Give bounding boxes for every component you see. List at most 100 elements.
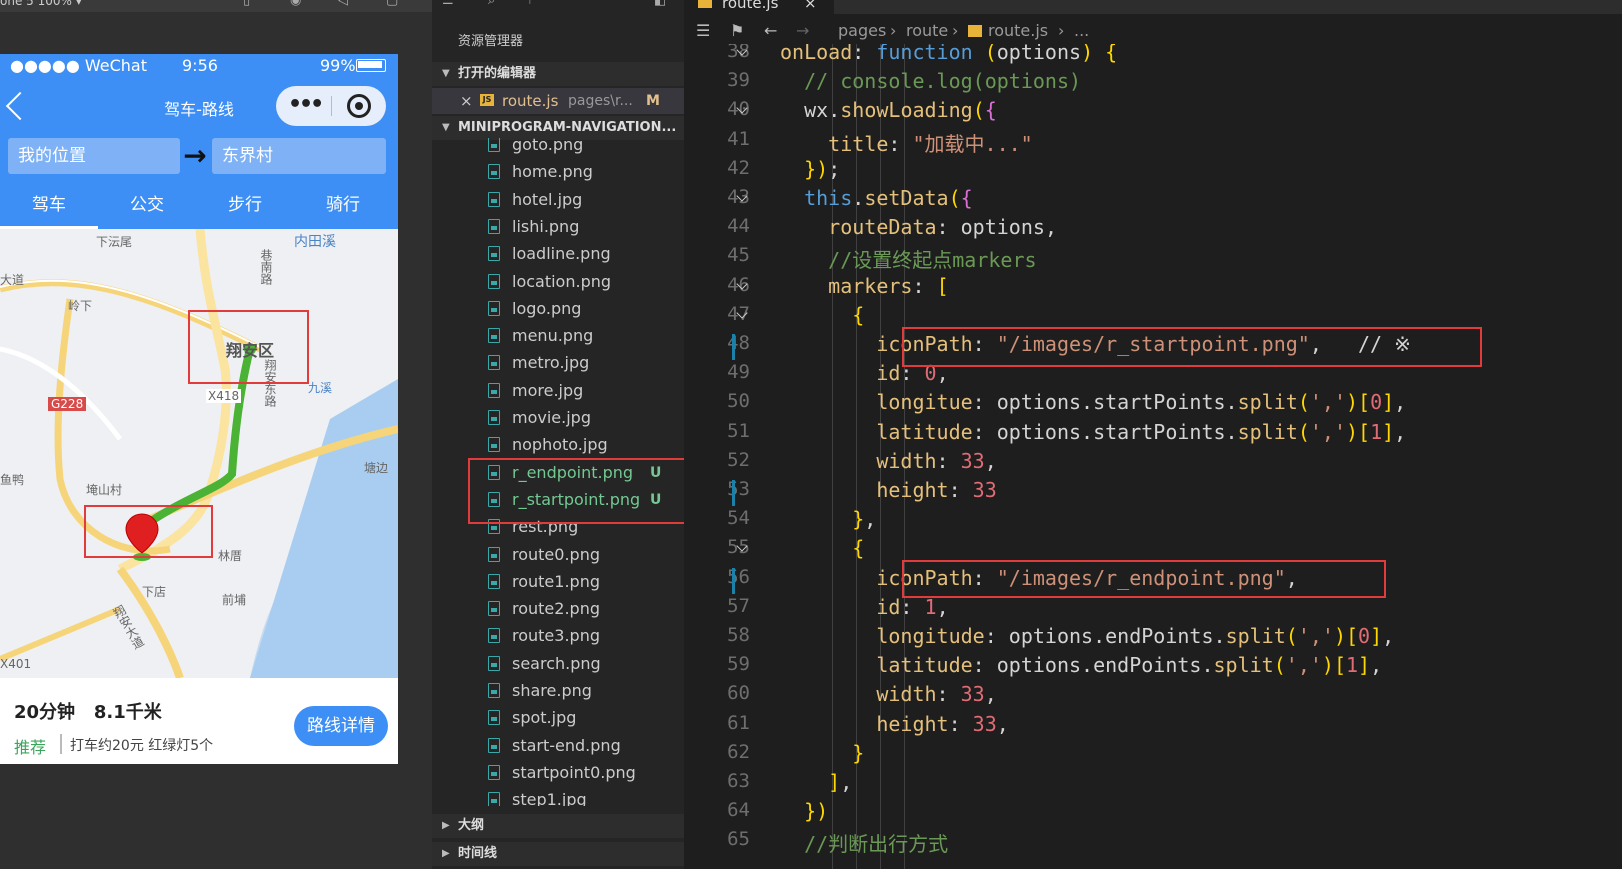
map-label: 塘边 bbox=[364, 461, 389, 475]
map-label: 九溪 bbox=[308, 381, 333, 395]
breadcrumb-item[interactable]: route.js bbox=[988, 18, 1048, 44]
modified-line-marker bbox=[732, 480, 735, 506]
fold-chevron-icon[interactable] bbox=[736, 192, 748, 204]
image-file-icon bbox=[488, 273, 500, 289]
line-number: 61 bbox=[727, 711, 750, 734]
close-icon[interactable]: × bbox=[804, 0, 817, 12]
file-item[interactable]: start-end.png bbox=[432, 733, 684, 759]
wechat-capsule[interactable]: ••• bbox=[276, 86, 386, 126]
code-line: this.setData({ bbox=[804, 186, 973, 210]
map-label: 下店 bbox=[142, 585, 167, 599]
line-number: 42 bbox=[727, 156, 750, 179]
forward-arrow-icon[interactable]: → bbox=[796, 18, 809, 44]
list-icon[interactable]: ☰ bbox=[696, 18, 710, 44]
file-item[interactable]: metro.jpg bbox=[432, 350, 684, 376]
breadcrumb-item[interactable]: pages bbox=[838, 18, 886, 44]
code-line: }) bbox=[804, 799, 829, 824]
back-arrow-icon[interactable]: ← bbox=[764, 18, 777, 44]
close-miniprogram-icon[interactable] bbox=[347, 94, 371, 118]
fold-chevron-icon[interactable] bbox=[736, 542, 748, 554]
outline-section[interactable]: ▶ 大纲 bbox=[432, 814, 684, 838]
project-section[interactable]: ▼ MINIPROGRAM-NAVIGATION... bbox=[432, 116, 684, 140]
source-control-icon[interactable]: ⑂ bbox=[526, 0, 534, 8]
file-item[interactable]: loadline.png bbox=[432, 241, 684, 267]
file-name: share.png bbox=[512, 681, 592, 700]
tab-bus[interactable]: 公交 bbox=[98, 190, 196, 224]
close-icon[interactable]: × bbox=[460, 88, 473, 114]
map-label: 大道 bbox=[0, 273, 25, 287]
file-item[interactable]: search.png bbox=[432, 651, 684, 677]
destination-field[interactable]: 东界村 bbox=[212, 138, 386, 174]
origin-field[interactable]: 我的位置 bbox=[8, 138, 180, 174]
map-roads bbox=[0, 229, 398, 678]
bookmark-icon[interactable]: ⚑ bbox=[730, 18, 744, 44]
sound-icon[interactable]: ◁ bbox=[338, 0, 348, 8]
file-item[interactable]: more.jpg bbox=[432, 378, 684, 404]
file-item[interactable]: home.png bbox=[432, 159, 684, 185]
file-item[interactable]: nophoto.jpg bbox=[432, 432, 684, 458]
startpoint-code-highlight bbox=[902, 327, 1482, 367]
code-area[interactable]: 38 39 40 41 42 43 44 45 46 47 48 49 50 51 52 53 54 55 56 57… bbox=[684, 44, 1622, 869]
code-line: id: 1, bbox=[876, 594, 949, 619]
file-item[interactable]: route3.png bbox=[432, 623, 684, 649]
file-item[interactable]: route1.png bbox=[432, 569, 684, 595]
file-item[interactable]: location.png bbox=[432, 269, 684, 295]
file-item[interactable]: spot.jpg bbox=[432, 705, 684, 731]
line-number: 52 bbox=[727, 448, 750, 471]
file-item[interactable]: logo.png bbox=[432, 296, 684, 322]
file-name: metro.jpg bbox=[512, 353, 590, 373]
map-label: G228 bbox=[48, 397, 87, 411]
tab-ride[interactable]: 骑行 bbox=[294, 190, 392, 224]
file-item[interactable]: route2.png bbox=[432, 596, 684, 622]
window-icon[interactable]: ▢ bbox=[386, 0, 398, 8]
editor-tabbar: route.js × bbox=[684, 0, 1622, 14]
code-line: routeData: options, bbox=[828, 215, 1057, 240]
files-icon[interactable]: ☰ bbox=[442, 0, 454, 8]
battery-text: 99% bbox=[320, 56, 356, 75]
file-item[interactable]: movie.jpg bbox=[432, 405, 684, 431]
search-icon[interactable]: ⌕ bbox=[488, 0, 495, 8]
endpoint-highlight bbox=[84, 505, 213, 558]
code-line: longitude: options.endPoints.split(',')[… bbox=[876, 624, 1395, 648]
file-item[interactable]: lishi.png bbox=[432, 214, 684, 240]
code-line: { bbox=[852, 536, 865, 561]
file-item[interactable]: goto.png bbox=[432, 138, 684, 158]
tab-drive[interactable]: 驾车 bbox=[0, 190, 98, 224]
file-item[interactable]: route0.png bbox=[432, 542, 684, 568]
code-line: { bbox=[852, 302, 865, 327]
open-editors-section[interactable]: ▼ 打开的编辑器 bbox=[432, 62, 684, 86]
phone-icon[interactable]: ▯ bbox=[243, 0, 250, 8]
breadcrumb-item[interactable]: route bbox=[906, 18, 948, 44]
open-editor-name: route.js bbox=[502, 92, 559, 110]
fold-chevron-icon[interactable] bbox=[736, 280, 748, 292]
file-name: nophoto.jpg bbox=[512, 435, 608, 455]
tab-label: route.js bbox=[722, 0, 779, 12]
route-map[interactable]: 下沄尾 内田溪 巷南路 大道 岭下 翔安区 翔安东路 九溪 X418 G228 … bbox=[0, 229, 398, 678]
code-line: longitue: options.startPoints.split(',')… bbox=[876, 390, 1407, 415]
image-file-icon bbox=[488, 710, 500, 726]
device-selector[interactable]: one 5 100% ▾ bbox=[0, 0, 82, 8]
timeline-section[interactable]: ▶ 时间线 bbox=[432, 842, 684, 866]
tab-walk[interactable]: 步行 bbox=[196, 190, 294, 224]
fold-chevron-icon[interactable] bbox=[736, 309, 748, 321]
map-label: 前埔 bbox=[222, 593, 247, 607]
file-item[interactable]: menu.png bbox=[432, 323, 684, 349]
breadcrumb-item[interactable]: ... bbox=[1074, 18, 1089, 44]
file-item[interactable]: startpoint0.png bbox=[432, 760, 684, 786]
breadcrumb-sep: › bbox=[1058, 21, 1065, 40]
file-name: start-end.png bbox=[512, 735, 621, 755]
route-detail-button[interactable]: 路线详情 bbox=[294, 706, 388, 746]
record-icon[interactable]: ◉ bbox=[290, 0, 301, 8]
image-file-icon bbox=[488, 683, 500, 698]
fold-chevron-icon[interactable] bbox=[736, 46, 748, 58]
tab-route-js[interactable]: route.js × bbox=[684, 0, 834, 14]
file-item[interactable]: step1.jpg bbox=[432, 787, 684, 806]
file-item[interactable]: share.png bbox=[432, 678, 684, 704]
fold-chevron-icon[interactable] bbox=[736, 104, 748, 116]
code-line: // console.log(options) bbox=[804, 69, 1082, 94]
open-editor-item[interactable]: × JS route.js pages\r... M bbox=[432, 88, 684, 114]
more-dots-icon[interactable]: ••• bbox=[288, 92, 324, 117]
untracked-files-highlight bbox=[468, 458, 684, 524]
file-item[interactable]: hotel.jpg bbox=[432, 187, 684, 213]
extensions-icon[interactable]: ◧ bbox=[654, 0, 666, 8]
